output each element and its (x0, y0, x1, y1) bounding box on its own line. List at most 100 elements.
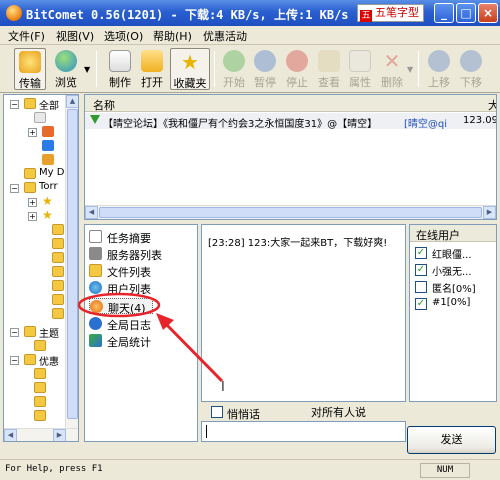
user-checkbox[interactable]: ✓ (415, 264, 427, 276)
make-button[interactable]: 制作 (104, 48, 136, 90)
nav-user-list[interactable]: 用户列表 (89, 280, 189, 296)
expand-icon[interactable]: + (28, 212, 37, 221)
nav-global-log[interactable]: 全局日志 (89, 316, 189, 332)
pause-button[interactable]: 暂停 (251, 48, 279, 90)
scroll-left-icon[interactable]: ◀ (4, 429, 17, 441)
maximize-button[interactable]: □ (456, 3, 476, 23)
scroll-up-icon[interactable]: ▲ (66, 95, 78, 108)
tree-item-sub[interactable] (4, 381, 66, 395)
chat-input[interactable] (201, 421, 406, 442)
tree-item-sub[interactable] (4, 139, 66, 153)
minimize-button[interactable]: _ (434, 3, 454, 23)
collapse-icon[interactable]: − (10, 184, 19, 193)
tree-item-sub[interactable] (4, 265, 66, 279)
tree-item-sub[interactable] (4, 251, 66, 265)
tree-item-sub[interactable] (4, 367, 66, 381)
transfer-label: 传输 (19, 77, 41, 90)
tree-item-my-downloads[interactable]: My D (4, 167, 66, 181)
collapse-icon[interactable]: − (10, 328, 19, 337)
start-icon (223, 50, 245, 72)
menu-options[interactable]: 选项(O) (104, 28, 143, 44)
tree-horizontal-scrollbar[interactable]: ◀ ▶ (4, 428, 78, 441)
tree-item-topics[interactable]: − 主题 (4, 325, 66, 340)
tree-item-torrents[interactable]: − Torr (4, 181, 66, 195)
expand-icon[interactable]: + (28, 198, 37, 207)
browse-dropdown-icon[interactable]: ▼ (84, 65, 90, 74)
delete-dropdown-icon[interactable]: ▼ (407, 65, 413, 74)
collapse-icon[interactable]: − (10, 356, 19, 365)
bitcomet-app-icon[interactable] (6, 5, 22, 21)
toolbar-separator (418, 51, 419, 87)
category-tree[interactable]: − 全部 + My D − Torr + ★ + ★ − 主题 − 优惠 ▲ ◀… (3, 94, 79, 442)
collapse-icon[interactable]: − (10, 100, 19, 109)
tree-item-sub[interactable]: + ★ (4, 195, 66, 209)
view-button[interactable]: 查看 (315, 48, 343, 90)
move-down-button[interactable]: 下移 (457, 48, 485, 90)
menu-view[interactable]: 视图(V) (56, 28, 94, 44)
tree-item-sub[interactable] (4, 153, 66, 167)
expand-icon[interactable]: + (28, 128, 37, 137)
whisper-checkbox[interactable] (211, 406, 223, 418)
column-extra-header[interactable]: 大 (488, 97, 496, 113)
user-checkbox[interactable]: ✓ (415, 298, 427, 310)
tree-item-sub[interactable] (4, 307, 66, 321)
download-list[interactable]: 名称 大 【晴空论坛】《我和僵尸有个约会3之永恒国度31》@【晴空】 [晴空@q… (84, 94, 497, 220)
nav-global-stats[interactable]: 全局统计 (89, 333, 189, 349)
menu-promotions[interactable]: 优惠活动 (203, 28, 247, 44)
tree-item-sub[interactable] (4, 339, 66, 353)
table-row[interactable]: 【晴空论坛】《我和僵尸有个约会3之永恒国度31》@【晴空】 [晴空@qi 123… (85, 113, 496, 130)
transfer-button[interactable]: 传输 (14, 48, 46, 90)
user-row[interactable]: ✓ 小强无... (415, 263, 493, 278)
list-horizontal-scrollbar[interactable]: ◀ ▶ (85, 205, 496, 219)
scroll-left-icon[interactable]: ◀ (85, 206, 98, 219)
user-row[interactable]: ✓ #1[0%] (415, 297, 493, 312)
move-up-button[interactable]: 上移 (425, 48, 453, 90)
chat-log[interactable]: [23:28] 123:大家一起来BT，下载好爽! (201, 224, 406, 402)
nav-file-list[interactable]: 文件列表 (89, 263, 189, 279)
nav-chat[interactable]: 聊天(4) (89, 298, 153, 315)
send-button[interactable]: 发送 (407, 426, 496, 454)
tree-item-promotions[interactable]: − 优惠 (4, 353, 66, 368)
user-row[interactable]: 匿名[0%] (415, 280, 493, 295)
tree-item-sub[interactable] (4, 237, 66, 251)
properties-icon (349, 50, 371, 72)
menu-file[interactable]: 文件(F) (8, 28, 45, 44)
favorites-button[interactable]: ★ 收藏夹 (170, 48, 210, 90)
folder-icon (24, 98, 36, 109)
tree-item-sub[interactable]: + ★ (4, 209, 66, 223)
scroll-thumb[interactable] (99, 207, 482, 218)
start-button[interactable]: 开始 (220, 48, 248, 90)
close-button[interactable]: × (478, 3, 498, 23)
menu-help[interactable]: 帮助(H) (153, 28, 192, 44)
scroll-right-icon[interactable]: ▶ (53, 429, 66, 441)
tree-item-sub[interactable] (4, 279, 66, 293)
user-row[interactable]: ✓ 红眼僵... (415, 246, 493, 261)
browse-button[interactable]: 浏览 (50, 48, 82, 90)
user-checkbox[interactable] (415, 281, 427, 293)
tree-item-sub[interactable]: + (4, 125, 66, 139)
delete-button[interactable]: ✕ 删除 (378, 48, 406, 90)
online-users-header: 在线用户 (410, 225, 496, 242)
detail-nav[interactable]: 任务摘要 服务器列表 文件列表 用户列表 聊天(4) 全局日志 全局统计 (84, 224, 198, 442)
online-users-panel[interactable]: 在线用户 ✓ 红眼僵... ✓ 小强无... 匿名[0%] ✓ #1[0%] (409, 224, 497, 402)
tree-item-sub[interactable] (4, 293, 66, 307)
nav-task-summary[interactable]: 任务摘要 (89, 229, 189, 245)
tree-item-sub[interactable] (4, 111, 66, 125)
tree-item-all[interactable]: − 全部 (4, 97, 66, 112)
menu-bar: 文件(F) 视图(V) 选项(O) 帮助(H) 优惠活动 (0, 26, 500, 45)
column-name-header[interactable]: 名称 (93, 97, 115, 113)
tree-item-sub[interactable] (4, 223, 66, 237)
tree-item-sub[interactable] (4, 395, 66, 409)
nav-server-list[interactable]: 服务器列表 (89, 246, 189, 262)
scroll-right-icon[interactable]: ▶ (483, 206, 496, 219)
chat-message: [23:28] 123:大家一起来BT，下载好爽! (208, 238, 388, 249)
scroll-thumb[interactable] (67, 109, 78, 419)
ime-indicator[interactable]: 五五笔字型 (357, 4, 424, 22)
tree-item-sub[interactable] (4, 409, 66, 423)
tree-vertical-scrollbar[interactable]: ▲ (65, 95, 78, 441)
open-button[interactable]: 打开 (136, 48, 168, 90)
stop-button[interactable]: 停止 (283, 48, 311, 90)
user-checkbox[interactable]: ✓ (415, 247, 427, 259)
ime-label: 五笔字型 (375, 6, 419, 19)
properties-button[interactable]: 属性 (346, 48, 374, 90)
